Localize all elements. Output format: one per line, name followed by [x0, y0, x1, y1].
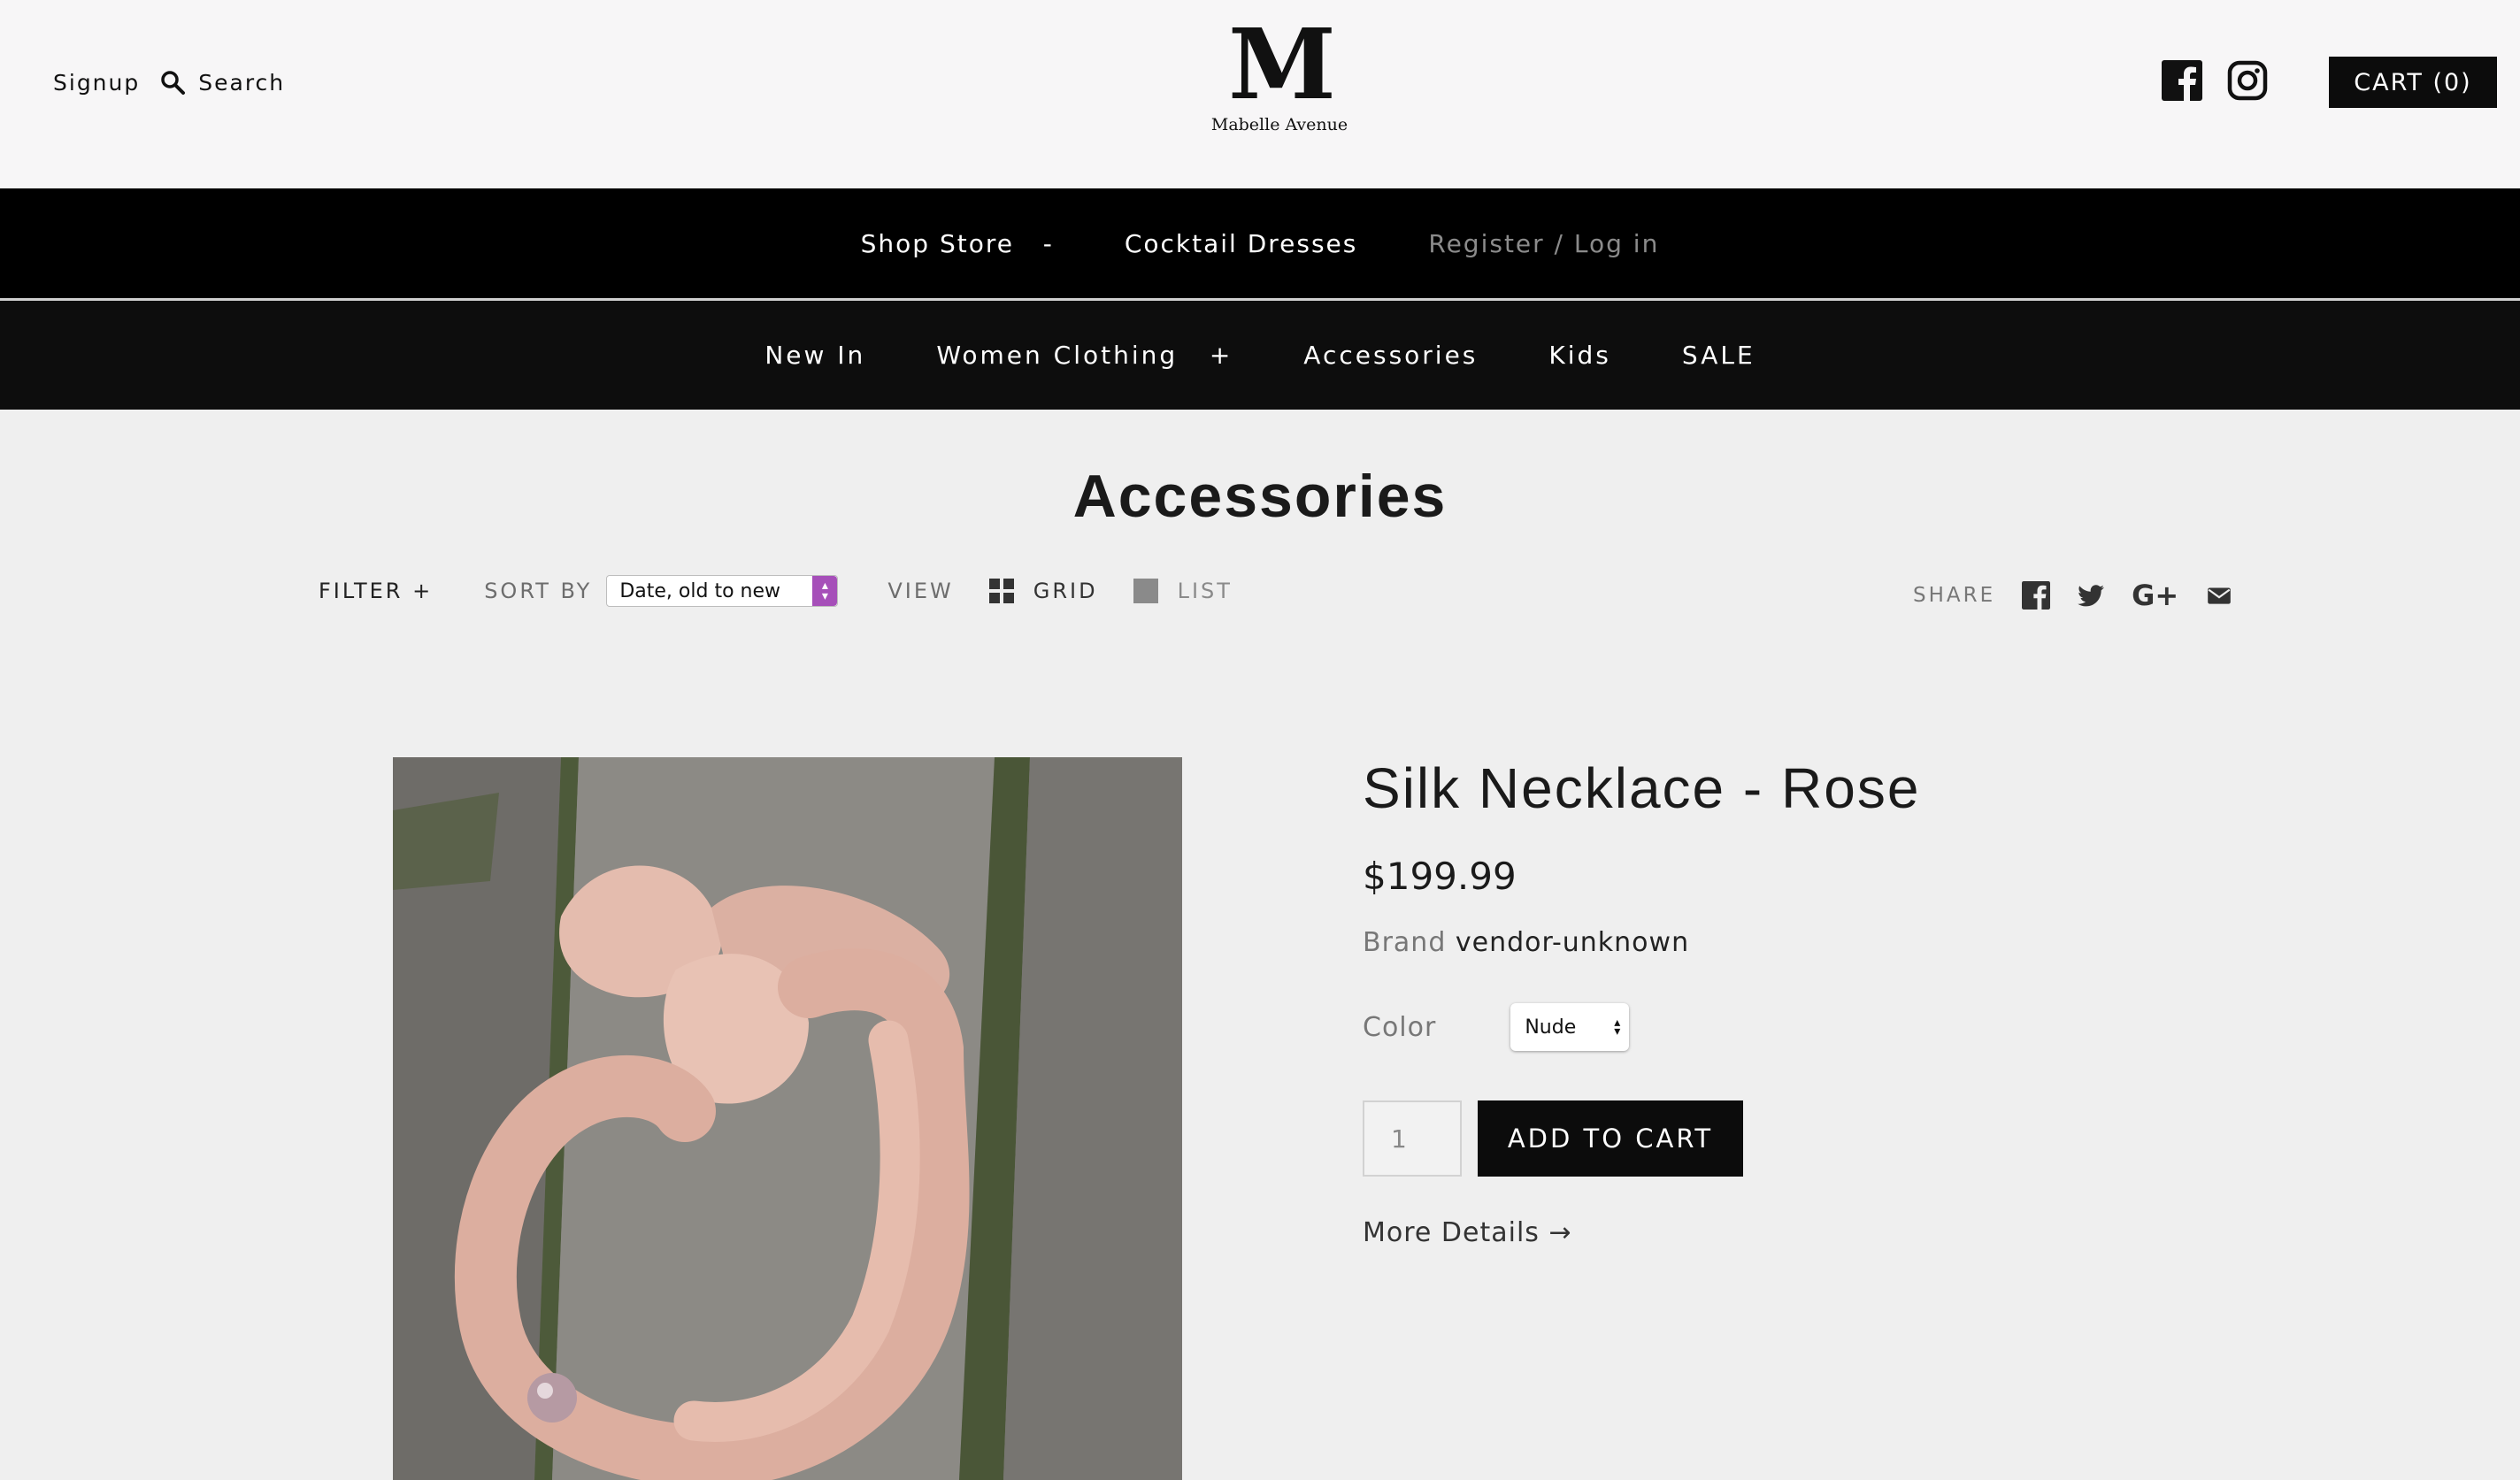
share-bar: SHARE G+ [1913, 579, 2233, 612]
color-select-value: Nude [1525, 1016, 1577, 1039]
list-view-button[interactable]: LIST [1178, 579, 1233, 603]
logo-monogram: M [1228, 7, 1336, 121]
color-label: Color [1363, 1011, 1437, 1043]
nav-new-in[interactable]: New In [729, 341, 901, 370]
share-email-icon[interactable] [2205, 581, 2233, 610]
nav-sale[interactable]: SALE [1647, 341, 1791, 370]
share-google-plus-icon[interactable]: G+ [2132, 579, 2178, 612]
sort-select-value: Date, old to new [619, 579, 780, 602]
header-left: Signup Search [53, 69, 285, 96]
share-facebook-icon[interactable] [2022, 581, 2051, 610]
product-price: $199.99 [1363, 855, 1517, 898]
instagram-icon[interactable] [2227, 60, 2268, 101]
secondary-nav: New In Women Clothing + Accessories Kids… [0, 301, 2520, 410]
more-details-link[interactable]: More Details → [1363, 1217, 1572, 1248]
share-twitter-icon[interactable] [2077, 581, 2105, 610]
nav-shop-store-toggle[interactable]: - [1043, 229, 1054, 258]
facebook-icon[interactable] [2162, 60, 2202, 101]
nav-women-clothing[interactable]: Women Clothing + [901, 341, 1268, 370]
sort-select[interactable]: Date, old to new ▴ ▾ [606, 575, 839, 607]
color-option: Color Nude ▴ ▾ [1363, 1003, 1630, 1051]
signup-link[interactable]: Signup [53, 70, 140, 96]
view-label: VIEW [887, 579, 954, 603]
product-title[interactable]: Silk Necklace - Rose [1363, 755, 1920, 821]
cart-button[interactable]: CART (0) [2329, 57, 2497, 108]
search-icon[interactable] [159, 69, 186, 96]
select-arrows-icon: ▴ ▾ [812, 576, 838, 606]
nav-women-clothing-label: Women Clothing [936, 341, 1179, 370]
product-brand: Brand vendor-unknown [1363, 927, 1689, 958]
share-label: SHARE [1913, 584, 1996, 607]
color-select[interactable]: Nude ▴ ▾ [1510, 1003, 1630, 1051]
nav-women-clothing-toggle[interactable]: + [1210, 341, 1233, 370]
brand-value[interactable]: vendor-unknown [1456, 927, 1689, 958]
add-to-cart-button[interactable]: ADD TO CART [1478, 1100, 1743, 1177]
select-arrows-icon: ▴ ▾ [1614, 1016, 1621, 1039]
search-link[interactable]: Search [198, 70, 285, 96]
grid-view-button[interactable]: GRID [1033, 579, 1098, 603]
nav-accessories[interactable]: Accessories [1268, 341, 1513, 370]
sort-label: SORT BY [484, 579, 593, 603]
collection-toolbar: FILTER + SORT BY Date, old to new ▴ ▾ VIE… [319, 573, 1233, 609]
product-image[interactable] [393, 757, 1182, 1480]
site-logo[interactable]: M Mabelle Avenue [1207, 16, 1352, 136]
list-view-icon[interactable] [1133, 579, 1158, 603]
nav-shop-store[interactable]: Shop Store - [826, 229, 1089, 258]
nav-kids[interactable]: Kids [1513, 341, 1647, 370]
nav-shop-store-label: Shop Store [860, 228, 1014, 258]
nav-register-login[interactable]: Register / Log in [1393, 229, 1694, 258]
brand-label: Brand [1363, 927, 1447, 958]
filter-button[interactable]: FILTER + [319, 579, 433, 603]
page-title: Accessories [1072, 463, 1448, 530]
grid-view-icon[interactable] [988, 579, 1014, 603]
nav-cocktail-dresses[interactable]: Cocktail Dresses [1089, 229, 1394, 258]
quantity-input[interactable]: 1 [1363, 1100, 1462, 1177]
top-header: Signup Search M Mabelle Avenue CART (0) [0, 0, 2520, 188]
primary-nav: Shop Store - Cocktail Dresses Register /… [0, 188, 2520, 298]
logo-text: Mabelle Avenue [1210, 115, 1348, 134]
